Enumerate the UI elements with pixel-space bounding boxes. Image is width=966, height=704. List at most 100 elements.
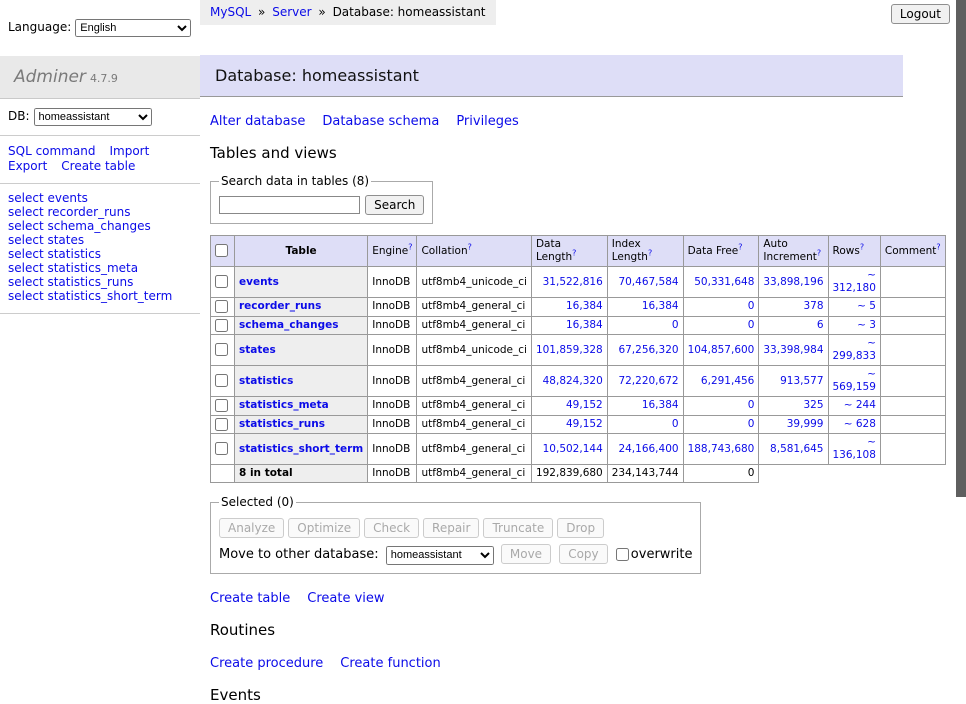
cell-data-length-link[interactable]: 101,859,328 — [536, 344, 603, 356]
table-link-select-statistics-meta[interactable]: select statistics_meta — [8, 262, 192, 275]
cell-rows-link[interactable]: ~ 628 — [844, 418, 876, 430]
doc-link[interactable]: ? — [408, 242, 412, 251]
cell-data-free-link[interactable]: 0 — [748, 418, 755, 430]
cell-index-length-link[interactable]: 24,166,400 — [618, 443, 678, 455]
cell-auto-increment-link[interactable]: 378 — [803, 300, 823, 312]
doc-link[interactable]: ? — [817, 249, 821, 258]
doc-link[interactable]: ? — [572, 249, 576, 258]
create-link-create-view[interactable]: Create view — [307, 591, 384, 606]
cell-index-length-link[interactable]: 0 — [672, 319, 679, 331]
cell-rows-link[interactable]: ~ 299,833 — [833, 337, 876, 362]
table-link-select-statistics-runs[interactable]: select statistics_runs — [8, 276, 192, 289]
row-checkbox[interactable] — [215, 275, 228, 288]
cell-index-length-link[interactable]: 16,384 — [642, 300, 679, 312]
table-name-link[interactable]: statistics — [239, 375, 293, 387]
row-checkbox[interactable] — [215, 343, 228, 356]
search-input[interactable] — [219, 196, 360, 214]
repair-button[interactable]: Repair — [423, 518, 479, 538]
table-name-link[interactable]: events — [239, 276, 279, 288]
row-checkbox[interactable] — [215, 442, 228, 455]
cell-data-length-link[interactable]: 48,824,320 — [543, 375, 603, 387]
drop-button[interactable]: Drop — [557, 518, 604, 538]
cell-rows-link[interactable]: ~ 3 — [857, 319, 876, 331]
create-link-create-table[interactable]: Create table — [210, 591, 290, 606]
table-link-select-events[interactable]: select events — [8, 192, 192, 205]
doc-link[interactable]: ? — [936, 242, 940, 251]
cell-auto-increment-link[interactable]: 33,898,196 — [763, 276, 823, 288]
table-name-link[interactable]: statistics_short_term — [239, 443, 363, 455]
move-button[interactable]: Move — [501, 544, 551, 564]
table-name-link[interactable]: states — [239, 344, 276, 356]
breadcrumb-link-server[interactable]: Server — [272, 5, 311, 19]
app-version[interactable]: 4.7.9 — [90, 72, 118, 85]
cell-data-length-link[interactable]: 16,384 — [566, 300, 603, 312]
table-name-link[interactable]: recorder_runs — [239, 300, 321, 312]
db-select[interactable]: homeassistant — [34, 108, 152, 126]
table-name-link[interactable]: statistics_meta — [239, 399, 329, 411]
row-checkbox[interactable] — [215, 300, 228, 313]
cell-auto-increment-link[interactable]: 8,581,645 — [770, 443, 823, 455]
cell-auto-increment-link[interactable]: 913,577 — [780, 375, 823, 387]
cell-index-length-link[interactable]: 67,256,320 — [618, 344, 678, 356]
cell-data-free-link[interactable]: 0 — [748, 399, 755, 411]
action-link-database-schema[interactable]: Database schema — [322, 114, 439, 129]
row-checkbox[interactable] — [215, 399, 228, 412]
cell-index-length-link[interactable]: 72,220,672 — [618, 375, 678, 387]
table-link-select-statistics-short-term[interactable]: select statistics_short_term — [8, 290, 192, 303]
scrollbar-thumb[interactable] — [956, 0, 966, 497]
doc-link[interactable]: ? — [468, 242, 472, 251]
cell-data-free-link[interactable]: 6,291,456 — [701, 375, 754, 387]
cell-auto-increment-link[interactable]: 6 — [817, 319, 824, 331]
cell-rows-link[interactable]: ~ 244 — [844, 399, 876, 411]
cell-index-length-link[interactable]: 16,384 — [642, 399, 679, 411]
copy-button[interactable]: Copy — [559, 544, 607, 564]
table-link-select-statistics[interactable]: select statistics — [8, 248, 192, 261]
doc-link[interactable]: ? — [860, 242, 864, 251]
cell-rows-link[interactable]: ~ 5 — [857, 300, 876, 312]
cell-data-free-link[interactable]: 104,857,600 — [688, 344, 755, 356]
action-link-privileges[interactable]: Privileges — [456, 114, 519, 129]
row-checkbox[interactable] — [215, 374, 228, 387]
cell-data-length-link[interactable]: 16,384 — [566, 319, 603, 331]
cell-auto-increment-link[interactable]: 33,398,984 — [763, 344, 823, 356]
analyze-button[interactable]: Analyze — [219, 518, 284, 538]
table-name-link[interactable]: schema_changes — [239, 319, 339, 331]
routine-link-create-function[interactable]: Create function — [340, 656, 440, 671]
cell-data-length-link[interactable]: 49,152 — [566, 399, 603, 411]
cell-data-free-link[interactable]: 50,331,648 — [694, 276, 754, 288]
overwrite-option[interactable]: overwrite — [616, 547, 693, 562]
action-link-alter-database[interactable]: Alter database — [210, 114, 305, 129]
row-checkbox[interactable] — [215, 319, 228, 332]
optimize-button[interactable]: Optimize — [288, 518, 360, 538]
sidebar-link-sql-command[interactable]: SQL command — [8, 144, 95, 158]
sidebar-link-export[interactable]: Export — [8, 159, 47, 173]
check-button[interactable]: Check — [364, 518, 419, 538]
sidebar-link-create-table[interactable]: Create table — [61, 159, 135, 173]
doc-link[interactable]: ? — [738, 242, 742, 251]
table-link-select-states[interactable]: select states — [8, 234, 192, 247]
overwrite-checkbox[interactable] — [616, 548, 629, 561]
scrollbar[interactable] — [956, 0, 966, 543]
cell-data-length-link[interactable]: 31,522,816 — [543, 276, 603, 288]
truncate-button[interactable]: Truncate — [483, 518, 553, 538]
cell-auto-increment-link[interactable]: 39,999 — [787, 418, 824, 430]
cell-data-free-link[interactable]: 0 — [748, 300, 755, 312]
row-checkbox[interactable] — [215, 418, 228, 431]
cell-rows-link[interactable]: ~ 569,159 — [833, 368, 876, 393]
adminer-logo-link[interactable]: Adminer — [14, 67, 86, 87]
search-button[interactable]: Search — [365, 195, 424, 215]
language-select[interactable]: English — [75, 19, 191, 37]
cell-rows-link[interactable]: ~ 136,108 — [833, 436, 876, 461]
cell-index-length-link[interactable]: 0 — [672, 418, 679, 430]
cell-rows-link[interactable]: ~ 312,180 — [833, 269, 876, 294]
cell-data-free-link[interactable]: 188,743,680 — [688, 443, 755, 455]
breadcrumb-link-mysql[interactable]: MySQL — [210, 5, 251, 19]
sidebar-link-import[interactable]: Import — [109, 144, 149, 158]
cell-data-length-link[interactable]: 49,152 — [566, 418, 603, 430]
routine-link-create-procedure[interactable]: Create procedure — [210, 656, 323, 671]
select-all-checkbox[interactable] — [215, 244, 228, 257]
table-name-link[interactable]: statistics_runs — [239, 418, 325, 430]
cell-index-length-link[interactable]: 70,467,584 — [618, 276, 678, 288]
doc-link[interactable]: ? — [648, 249, 652, 258]
cell-data-length-link[interactable]: 10,502,144 — [543, 443, 603, 455]
